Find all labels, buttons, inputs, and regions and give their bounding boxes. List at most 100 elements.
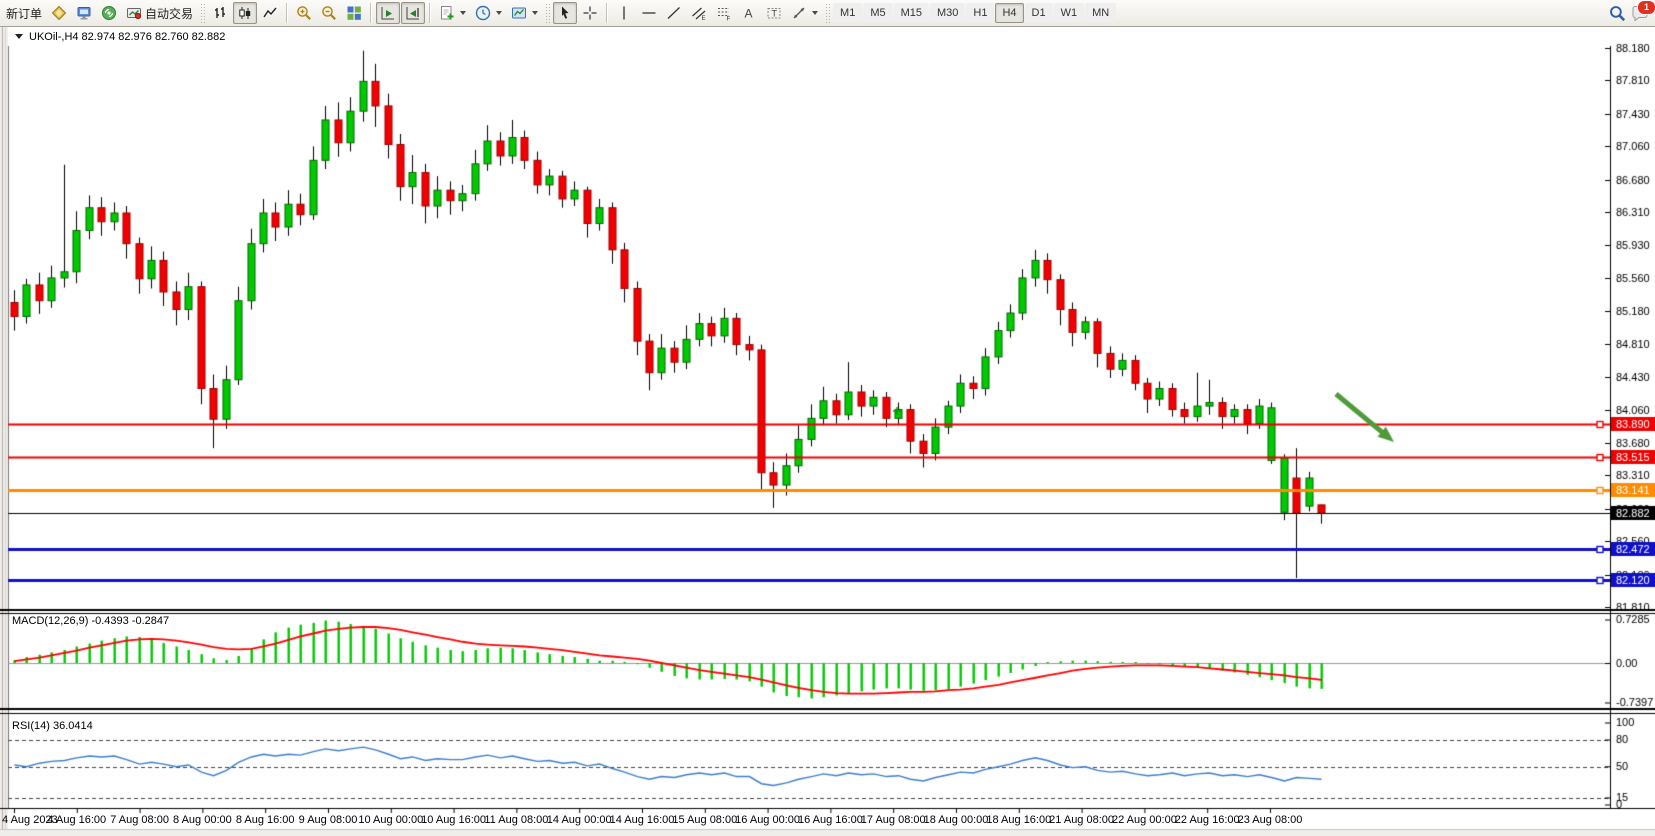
- cursor-icon: [557, 5, 573, 21]
- chart-canvas[interactable]: [0, 0, 1655, 836]
- arrows-icon: [791, 5, 807, 21]
- template-icon: [511, 5, 527, 21]
- text-button[interactable]: A: [737, 2, 761, 24]
- search-icon: [1609, 5, 1626, 22]
- time-axis-label: 9 Aug 08:00: [299, 814, 358, 826]
- toolbar-grip[interactable]: [545, 3, 550, 23]
- timeframe-button-M15[interactable]: M15: [894, 3, 929, 23]
- toolbar-separator: [370, 3, 372, 23]
- arrows-button[interactable]: [787, 2, 822, 24]
- trendline-button[interactable]: [662, 2, 686, 24]
- toolbar-separator: [429, 3, 431, 23]
- time-axis-label: 10 Aug 00:00: [358, 814, 423, 826]
- search-button[interactable]: [1605, 2, 1630, 24]
- add-indicator-button[interactable]: [435, 2, 470, 24]
- zoom-out-button[interactable]: [317, 2, 341, 24]
- toolbar: 新订单 自动交易: [0, 0, 1655, 27]
- time-axis-label: 21 Aug 08:00: [1049, 814, 1114, 826]
- timeframe-button-MN[interactable]: MN: [1085, 3, 1116, 23]
- tile-windows-button[interactable]: [342, 2, 366, 24]
- equidistant-channel-icon: E: [691, 5, 707, 21]
- timeframe-button-M5[interactable]: M5: [863, 3, 892, 23]
- vertical-line-button[interactable]: [612, 2, 636, 24]
- timeframe-group: M1M5M15M30H1H4D1W1MN: [833, 3, 1116, 23]
- zoom-out-icon: [321, 5, 337, 21]
- candlestick-chart-button[interactable]: [233, 2, 257, 24]
- time-axis-label: 8 Aug 00:00: [173, 814, 232, 826]
- time-axis-label: 11 Aug 08:00: [484, 814, 548, 826]
- time-axis-label: 8 Aug 16:00: [236, 814, 295, 826]
- chart-shift-button[interactable]: [401, 2, 425, 24]
- line-chart-button[interactable]: [258, 2, 282, 24]
- time-axis-label: 16 Aug 00:00: [735, 814, 800, 826]
- time-axis-label: 7 Aug 08:00: [110, 814, 169, 826]
- macd-indicator-label: MACD(12,26,9) -0.4393 -0.2847: [12, 615, 169, 627]
- market-button[interactable]: [47, 2, 71, 24]
- notification-badge: 1: [1637, 0, 1655, 15]
- application-window: 新订单 自动交易: [0, 0, 1655, 836]
- svg-text:F: F: [727, 17, 731, 22]
- candlestick-chart-icon: [237, 5, 253, 21]
- periods-clock-button[interactable]: [471, 2, 506, 24]
- bar-chart-button[interactable]: [208, 2, 232, 24]
- svg-text:A: A: [745, 7, 753, 21]
- toolbar-separator: [286, 3, 288, 23]
- periods-clock-icon: [475, 5, 491, 21]
- equidistant-channel-button[interactable]: E: [687, 2, 711, 24]
- text-icon: A: [741, 5, 757, 21]
- time-axis-label: 16 Aug 16:00: [798, 814, 863, 826]
- chart-title-bar: UKOil-,H4 82.974 82.976 82.760 82.882: [9, 28, 1615, 45]
- toolbar-separator: [606, 3, 608, 23]
- timeframe-button-M30[interactable]: M30: [930, 3, 965, 23]
- vertical-line-icon: [616, 5, 632, 21]
- fibonacci-button[interactable]: F: [712, 2, 736, 24]
- chevron-down-icon: [496, 11, 502, 15]
- horizontal-line-icon: [641, 5, 657, 21]
- market-icon: [51, 5, 67, 21]
- template-button[interactable]: [507, 2, 542, 24]
- time-axis-label: 17 Aug 08:00: [861, 814, 926, 826]
- auto-trading-icon: [126, 5, 142, 21]
- text-label-button[interactable]: T: [762, 2, 786, 24]
- chart-title: UKOil-,H4 82.974 82.976 82.760 82.882: [29, 31, 225, 43]
- cursor-button[interactable]: [553, 2, 577, 24]
- horizontal-line-button[interactable]: [637, 2, 661, 24]
- tile-windows-icon: [346, 5, 362, 21]
- text-label-icon: T: [766, 5, 782, 21]
- timeframe-button-D1[interactable]: D1: [1025, 3, 1053, 23]
- chevron-down-icon: [812, 11, 818, 15]
- fibonacci-icon: F: [716, 5, 732, 21]
- timeframe-button-H4[interactable]: H4: [995, 3, 1023, 23]
- terminal-button[interactable]: [72, 2, 96, 24]
- crosshair-icon: [582, 5, 598, 21]
- toolbar-grip[interactable]: [200, 3, 205, 23]
- auto-scroll-icon: [380, 5, 396, 21]
- window-menu-icon[interactable]: [15, 34, 23, 39]
- zoom-in-button[interactable]: [292, 2, 316, 24]
- signals-icon: [101, 5, 117, 21]
- new-order-button[interactable]: 新订单: [2, 2, 46, 24]
- new-order-label: 新订单: [6, 5, 42, 22]
- bar-chart-icon: [212, 5, 228, 21]
- time-axis-label: 14 Aug 00:00: [547, 814, 612, 826]
- chat-button[interactable]: 1: [1631, 5, 1649, 22]
- toolbar-grip[interactable]: [825, 3, 830, 23]
- timeframe-button-W1[interactable]: W1: [1054, 3, 1085, 23]
- time-axis-label: 18 Aug 00:00: [924, 814, 989, 826]
- time-axis-label: 22 Aug 16:00: [1175, 814, 1240, 826]
- signals-button[interactable]: [97, 2, 121, 24]
- chevron-down-icon: [460, 11, 466, 15]
- add-indicator-icon: [439, 5, 455, 21]
- auto-trading-button[interactable]: 自动交易: [122, 2, 197, 24]
- zoom-in-icon: [296, 5, 312, 21]
- auto-scroll-button[interactable]: [376, 2, 400, 24]
- time-axis-label: 14 Aug 16:00: [610, 814, 675, 826]
- timeframe-button-M1[interactable]: M1: [833, 3, 862, 23]
- timeframe-button-H1[interactable]: H1: [966, 3, 994, 23]
- crosshair-button[interactable]: [578, 2, 602, 24]
- svg-text:E: E: [702, 16, 706, 21]
- time-axis-label: 18 Aug 16:00: [986, 814, 1051, 826]
- time-axis: 4 Aug 20234 Aug 16:007 Aug 08:008 Aug 00…: [0, 814, 1655, 830]
- chart-shift-icon: [405, 5, 421, 21]
- time-axis-label: 4 Aug 16:00: [47, 814, 106, 826]
